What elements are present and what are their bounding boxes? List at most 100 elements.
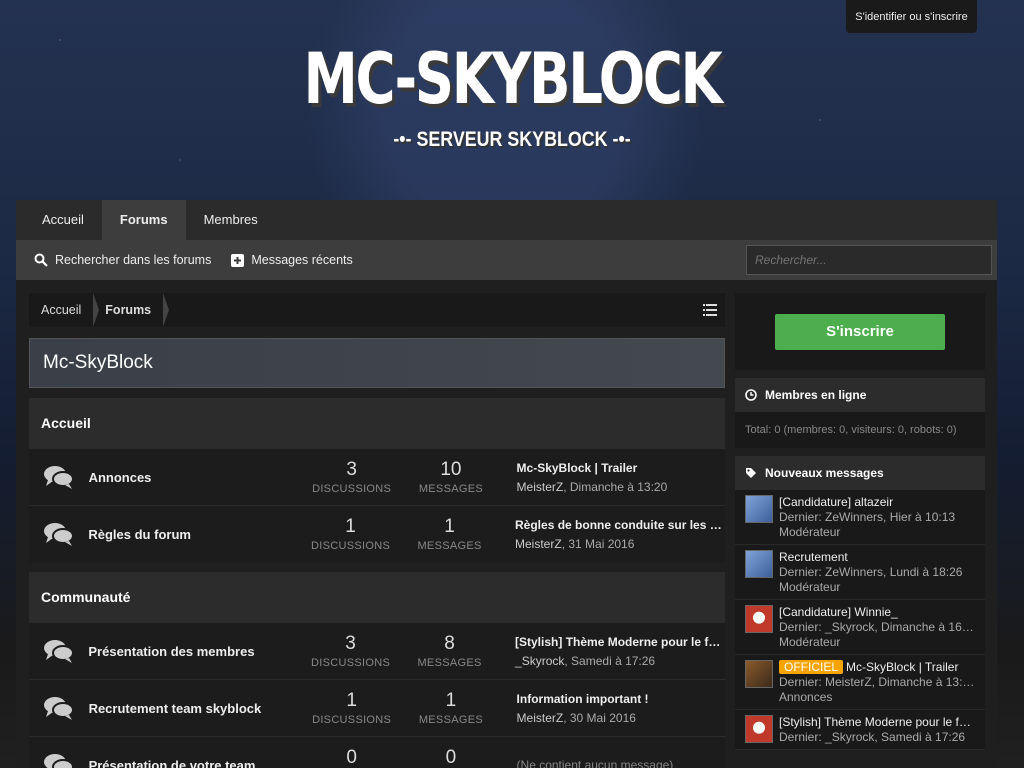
category-title[interactable]: Accueil — [29, 398, 725, 448]
last-post-user[interactable]: MeisterZ — [515, 537, 562, 551]
new-post-title[interactable]: [Stylish] Thème Moderne pour le forum — [779, 715, 975, 729]
list-icon[interactable] — [703, 304, 717, 316]
main-nav: Accueil Forums Membres — [16, 200, 997, 240]
last-post-title[interactable]: [Stylish] Thème Moderne pour le forum — [515, 635, 725, 649]
forum-row: Règles du forum 1 DISCUSSIONS 1 MESSAGES R… — [29, 505, 725, 562]
messages-stat: 1 MESSAGES — [417, 516, 482, 552]
last-post: Information important ! MeisterZ, 30 Mai… — [517, 692, 725, 725]
discussions-stat: 3 DISCUSSIONS — [311, 633, 391, 669]
discussions-stat: 1 DISCUSSIONS — [311, 516, 391, 552]
last-post-date: 31 Mai 2016 — [568, 536, 635, 551]
discussions-stat: 1 DISCUSSIONS — [312, 690, 392, 726]
breadcrumb-forums[interactable]: Forums — [93, 293, 169, 327]
last-post-user[interactable]: MeisterZ — [517, 480, 564, 494]
new-post-last: Dernier: ZeWinners, Lundi à 18:26 — [779, 565, 963, 579]
last-post-user[interactable]: _Skyrock — [515, 654, 564, 668]
discussions-stat: 3 DISCUSSIONS — [312, 459, 392, 495]
new-post-forum[interactable]: Modérateur — [779, 635, 975, 649]
forum-chat-icon — [29, 464, 89, 490]
official-badge: OFFICIEL — [779, 660, 844, 674]
online-members-title: Membres en ligne — [765, 388, 867, 402]
page-title: Mc-SkyBlock — [29, 338, 725, 388]
new-post-forum[interactable]: Annonces — [779, 690, 975, 704]
forum-row: Recrutement team skyblock 1 DISCUSSIONS 1… — [29, 679, 725, 736]
search-input[interactable] — [746, 245, 992, 275]
last-post: Mc-SkyBlock | Trailer MeisterZ, Dimanche… — [517, 461, 725, 494]
last-post-date: 30 Mai 2016 — [569, 710, 636, 725]
category-title[interactable]: Communauté — [29, 572, 725, 622]
forum-name[interactable]: Annonces — [89, 470, 302, 485]
online-members-header[interactable]: Membres en ligne — [735, 378, 985, 412]
new-post-title[interactable]: [Candidature] altazeir — [779, 495, 975, 509]
signup-block: S'inscrire — [735, 293, 985, 370]
recent-posts-label: Messages récents — [251, 253, 353, 267]
forum-name[interactable]: Règles du forum — [88, 527, 301, 542]
new-post-item[interactable]: [Candidature] altazeir Dernier: ZeWinner… — [735, 490, 985, 545]
search-forums-link[interactable]: Rechercher dans les forums — [34, 253, 211, 267]
forum-row: Présentation de votre team 0DISCUSSIONS … — [29, 736, 725, 768]
avatar[interactable] — [745, 495, 773, 523]
last-post-title[interactable]: Information important ! — [517, 692, 725, 706]
breadcrumb: Accueil Forums — [29, 293, 725, 327]
tab-accueil[interactable]: Accueil — [24, 200, 102, 240]
clock-icon — [745, 389, 757, 401]
new-post-item[interactable]: [Candidature] Winnie_ Dernier: _Skyrock,… — [735, 600, 985, 655]
avatar[interactable] — [745, 605, 773, 633]
new-post-title[interactable]: Mc-SkyBlock | Trailer — [846, 660, 958, 674]
recent-posts-link[interactable]: Messages récents — [231, 253, 353, 267]
forum-row: Annonces 3 DISCUSSIONS 10 MESSAGES Mc-SkyB… — [29, 448, 725, 505]
new-post-last: Dernier: MeisterZ, Dimanche à 13:20 — [779, 675, 975, 689]
new-post-title[interactable]: Recrutement — [779, 550, 975, 564]
site-subtitle: -•- SERVEUR SKYBLOCK -•- — [393, 128, 631, 151]
forum-name[interactable]: Recrutement team skyblock — [89, 701, 302, 716]
new-posts-header[interactable]: Nouveaux messages — [735, 456, 985, 490]
avatar[interactable] — [745, 715, 773, 743]
last-post: Règles de bonne conduite sur les forums … — [515, 517, 726, 551]
last-post-title[interactable]: Mc-SkyBlock | Trailer — [517, 461, 725, 475]
new-post-item[interactable]: Recrutement Dernier: ZeWinners, Lundi à … — [735, 545, 985, 600]
forum-row: Présentation des membres 3 DISCUSSIONS 8M… — [29, 622, 725, 679]
new-posts-title: Nouveaux messages — [765, 466, 884, 480]
tag-icon — [746, 468, 756, 478]
site-logo[interactable]: MC-SKYBLOCK — [113, 38, 912, 120]
new-post-forum[interactable]: Modérateur — [779, 525, 975, 539]
sidebar: S'inscrire Membres en ligne Total: 0 (me… — [735, 293, 985, 750]
signup-button[interactable]: S'inscrire — [775, 313, 945, 350]
search-icon — [34, 253, 48, 267]
login-register-link[interactable]: S'identifier ou s'inscrire — [846, 0, 977, 33]
last-post-date: Dimanche à 13:20 — [569, 479, 668, 494]
breadcrumb-accueil[interactable]: Accueil — [29, 293, 100, 327]
tab-membres[interactable]: Membres — [186, 200, 276, 240]
new-posts-box: Nouveaux messages [Candidature] altazeir… — [735, 456, 985, 750]
page-container: Accueil Forums Membres Rechercher dans l… — [16, 200, 997, 768]
last-post-user[interactable]: MeisterZ — [517, 711, 564, 725]
avatar[interactable] — [745, 660, 773, 688]
new-post-title[interactable]: [Candidature] Winnie_ — [779, 605, 975, 619]
messages-stat: 8 MESSAGES — [417, 633, 482, 669]
forum-name[interactable]: Présentation des membres — [88, 644, 301, 659]
last-post: [Stylish] Thème Moderne pour le forum _S… — [515, 634, 726, 668]
category-accueil: Accueil Annonces 3 DISCUSSIONS 10 MESSAGES… — [29, 398, 725, 562]
search-forums-label: Rechercher dans les forums — [55, 253, 212, 267]
avatar[interactable] — [745, 550, 773, 578]
forum-name[interactable]: Présentation de votre team — [89, 758, 302, 768]
messages-stat: 1 MESSAGES — [418, 690, 483, 726]
plus-square-icon — [231, 253, 245, 267]
new-post-item[interactable]: [Stylish] Thème Moderne pour le forum De… — [735, 710, 985, 750]
new-post-item[interactable]: OFFICIEL Mc-SkyBlock | Trailer Dernier: M… — [735, 655, 985, 710]
last-post-title[interactable]: Règles de bonne conduite sur les forums — [515, 518, 725, 532]
messages-stat: 10 MESSAGES — [418, 459, 483, 495]
forum-chat-icon — [29, 638, 88, 664]
messages-stat: 0MESSAGES — [445, 747, 457, 768]
category-communaute: Communauté Présentation des membres 3 DIS… — [29, 572, 725, 768]
online-members-box: Membres en ligne Total: 0 (membres: 0, v… — [735, 378, 985, 448]
last-post-date: Samedi à 17:26 — [571, 653, 656, 668]
new-post-forum[interactable]: Modérateur — [779, 580, 975, 594]
forum-chat-icon — [29, 752, 89, 768]
new-post-last: Dernier: _Skyrock, Samedi à 17:26 — [779, 730, 966, 744]
sub-nav: Rechercher dans les forums Messages réce… — [16, 240, 997, 280]
forum-chat-icon — [29, 521, 88, 547]
tab-forums[interactable]: Forums — [101, 200, 186, 240]
new-post-last: Dernier: _Skyrock, Dimanche à 16:45 — [779, 620, 975, 634]
main-content: Accueil Forums Mc-SkyBlock Accueil Annon… — [29, 293, 725, 768]
